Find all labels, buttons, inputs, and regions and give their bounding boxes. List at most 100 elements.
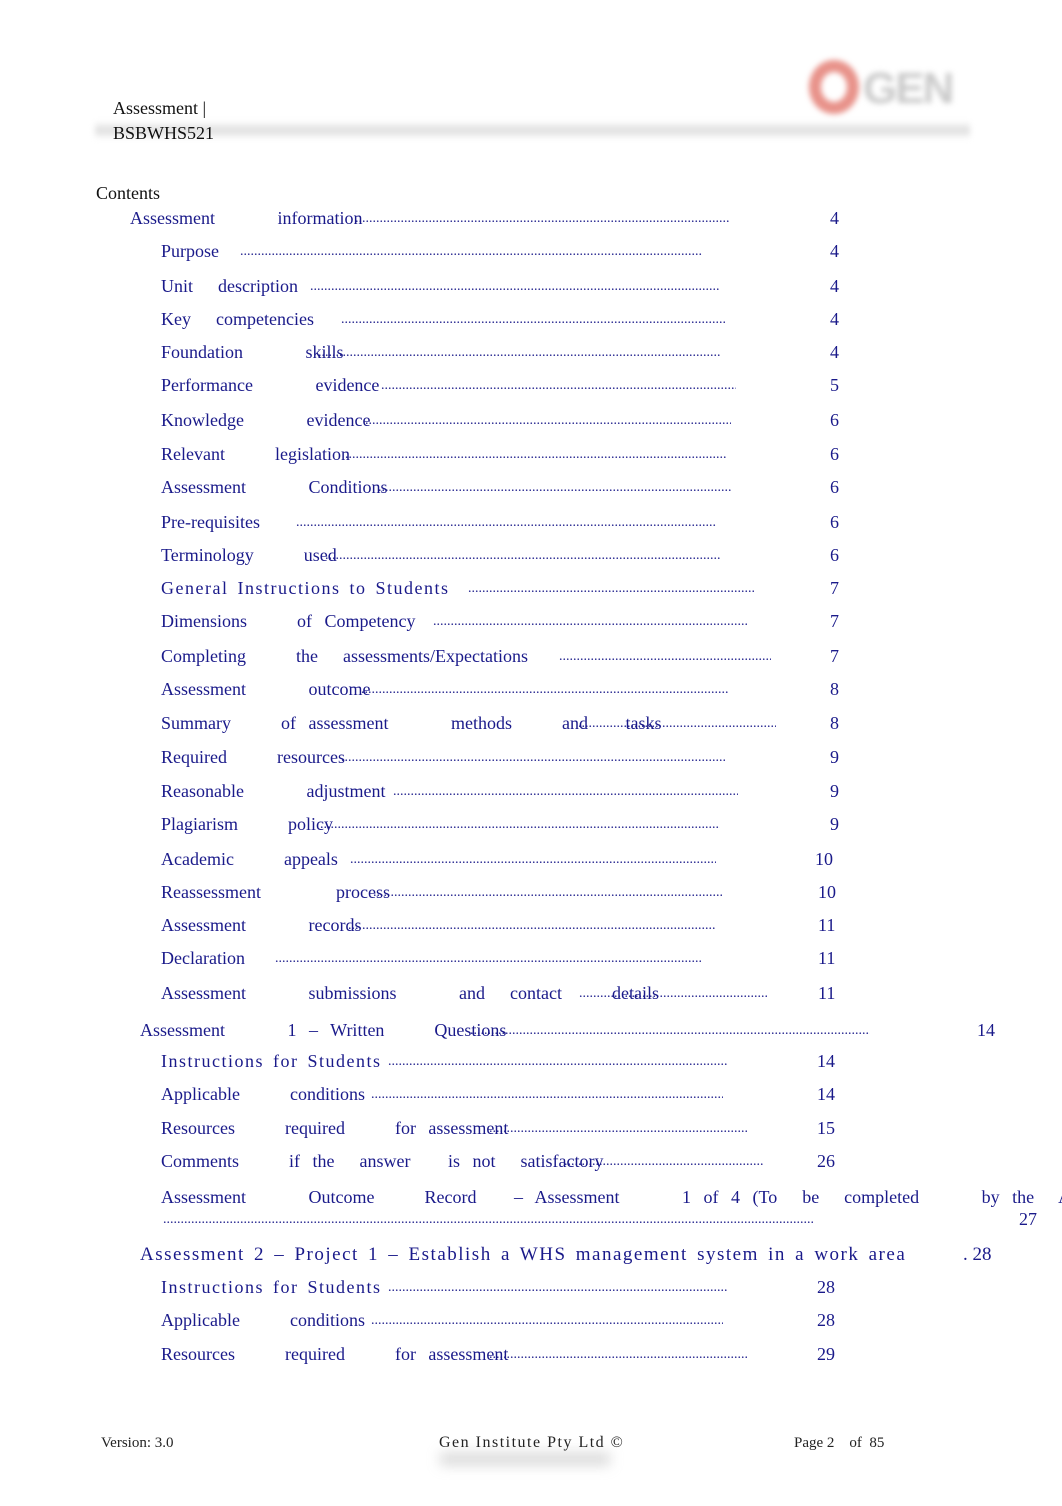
toc-entry[interactable]: Summary of assessment methods and tasks.…	[161, 711, 860, 741]
toc-entry-label[interactable]: Pre-requisites	[161, 510, 260, 534]
toc-entry[interactable]: Assessment Conditions...................…	[161, 475, 860, 505]
toc-entry-label[interactable]: Unit description	[161, 274, 298, 298]
toc-entry[interactable]: Pre-requisites..........................…	[161, 510, 860, 540]
toc-page-number[interactable]: 5	[830, 373, 839, 397]
toc-page-number[interactable]: 6	[830, 543, 839, 567]
toc-entry-label[interactable]: Assessment records	[161, 913, 361, 937]
toc-entry-label[interactable]: Assessment outcome	[161, 677, 370, 701]
toc-page-number[interactable]: 6	[830, 475, 839, 499]
toc-page-number[interactable]: 8	[830, 711, 839, 735]
toc-entry[interactable]: General Instructions to Students........…	[161, 576, 860, 606]
toc-entry[interactable]: Assessment outcome......................…	[161, 677, 860, 707]
toc-page-number[interactable]: 7	[830, 576, 839, 600]
toc-entry-label[interactable]: Reasonable adjustment	[161, 779, 385, 803]
toc-entry-label[interactable]: Required resources	[161, 745, 345, 769]
toc-section-entry[interactable]: Assessment 1 – Written Questions........…	[140, 1018, 1007, 1048]
toc-page-number[interactable]: 7	[830, 609, 839, 633]
toc-page-number[interactable]: 14	[977, 1018, 995, 1042]
toc-page-number[interactable]: 28	[817, 1308, 835, 1332]
toc-entry[interactable]: Foundation skills.......................…	[161, 340, 860, 370]
toc-entry-label[interactable]: Completing the assessments/Expectations	[161, 644, 528, 668]
toc-entry-label[interactable]: Assessment 2 – Project 1 – Establish a W…	[140, 1243, 906, 1267]
toc-entry[interactable]: Declaration.............................…	[161, 946, 848, 976]
toc-entry-label[interactable]: Assessment information	[130, 206, 362, 230]
toc-entry[interactable]: Assessment records......................…	[161, 913, 848, 943]
toc-entry[interactable]: Relevant legislation....................…	[161, 442, 860, 472]
toc-entry-label[interactable]: Key competencies	[161, 307, 314, 331]
toc-entry-label[interactable]: Assessment Conditions	[161, 475, 388, 499]
toc-entry[interactable]: Plagiarism policy.......................…	[161, 812, 860, 842]
toc-page-number[interactable]: 14	[817, 1049, 835, 1073]
toc-entry-label[interactable]: Assessment 1 – Written Questions	[140, 1018, 506, 1042]
toc-page-number[interactable]: 7	[830, 644, 839, 668]
toc-entry-label[interactable]: Purpose	[161, 239, 219, 263]
toc-page-number[interactable]: 27	[1019, 1207, 1037, 1231]
toc-page-number[interactable]: 4	[830, 307, 839, 331]
toc-page-number[interactable]: 6	[830, 442, 839, 466]
toc-entry-label[interactable]: Academic appeals	[161, 847, 338, 871]
toc-page-number[interactable]: 10	[815, 847, 833, 871]
toc-entry[interactable]: Completing the assessments/Expectations.…	[161, 644, 860, 674]
toc-entry-label[interactable]: Resources required for assessment	[161, 1116, 508, 1140]
toc-section-entry[interactable]: Assessment information..................…	[130, 206, 860, 236]
toc-entry-label[interactable]: Dimensions of Competency	[161, 609, 415, 633]
toc-entry[interactable]: Applicable conditions...................…	[161, 1308, 847, 1338]
toc-entry[interactable]: Comments if the answer is not satisfacto…	[161, 1149, 847, 1179]
toc-entry[interactable]: Reasonable adjustment...................…	[161, 779, 860, 809]
toc-entry-label[interactable]: Foundation skills	[161, 340, 344, 364]
toc-page-number[interactable]: 4	[830, 274, 839, 298]
toc-section-entry[interactable]: Assessment 2 – Project 1 – Establish a W…	[140, 1243, 993, 1273]
toc-entry[interactable]: Key competencies........................…	[161, 307, 860, 337]
toc-entry-label[interactable]: Assessment Outcome Record – Assessment 1…	[161, 1185, 1062, 1209]
toc-entry[interactable]: Dimensions of Competency................…	[161, 609, 860, 639]
toc-page-number[interactable]: 9	[830, 779, 839, 803]
toc-entry-label[interactable]: Resources required for assessment	[161, 1342, 508, 1366]
toc-entry-label[interactable]: Applicable conditions	[161, 1308, 365, 1332]
toc-entry[interactable]: Instructions for Students...............…	[161, 1049, 847, 1079]
toc-page-number[interactable]: 26	[817, 1149, 835, 1173]
toc-page-number[interactable]: 4	[830, 340, 839, 364]
toc-entry-label[interactable]: Knowledge evidence	[161, 408, 370, 432]
toc-entry-label[interactable]: Instructions for Students	[161, 1275, 382, 1299]
toc-entry[interactable]: Academic appeals........................…	[161, 847, 845, 877]
toc-entry[interactable]: Terminology used........................…	[161, 543, 860, 573]
toc-entry-label[interactable]: Terminology used	[161, 543, 337, 567]
toc-entry-label[interactable]: Relevant legislation	[161, 442, 350, 466]
toc-page-number[interactable]: 28	[817, 1275, 835, 1299]
toc-page-number[interactable]: 8	[830, 677, 839, 701]
toc-entry[interactable]: Instructions for Students...............…	[161, 1275, 847, 1305]
toc-page-number[interactable]: 9	[830, 812, 839, 836]
toc-entry-label[interactable]: General Instructions to Students	[161, 576, 449, 600]
toc-page-number[interactable]: 11	[818, 913, 835, 937]
toc-page-number[interactable]: 4	[830, 239, 839, 263]
toc-entry-label[interactable]: Instructions for Students	[161, 1049, 382, 1073]
toc-entry[interactable]: Unit description........................…	[161, 274, 860, 304]
toc-page-number[interactable]: 29	[817, 1342, 835, 1366]
toc-entry-label[interactable]: Declaration	[161, 946, 245, 970]
toc-page-number[interactable]: 14	[817, 1082, 835, 1106]
toc-page-number[interactable]: 6	[830, 510, 839, 534]
toc-entry[interactable]: Resources required for assessment.......…	[161, 1116, 847, 1146]
toc-page-number[interactable]: 9	[830, 745, 839, 769]
toc-entry-label[interactable]: Performance evidence	[161, 373, 379, 397]
toc-page-number[interactable]: 15	[817, 1116, 835, 1140]
toc-page-number[interactable]: 11	[818, 946, 835, 970]
toc-page-number[interactable]: 11	[818, 981, 835, 1005]
toc-entry-label[interactable]: Applicable conditions	[161, 1082, 365, 1106]
toc-entry[interactable]: Performance evidence....................…	[161, 373, 860, 403]
toc-page-number[interactable]: . 28	[963, 1243, 992, 1267]
toc-entry[interactable]: Assessment submissions and contact detai…	[161, 981, 848, 1011]
toc-entry-label[interactable]: Comments if the answer is not satisfacto…	[161, 1149, 603, 1173]
toc-page-number[interactable]: 6	[830, 408, 839, 432]
toc-entry-label[interactable]: Plagiarism policy	[161, 812, 333, 836]
toc-entry[interactable]: Applicable conditions...................…	[161, 1082, 847, 1112]
toc-entry[interactable]: Assessment Outcome Record – Assessment 1…	[161, 1185, 1062, 1237]
toc-page-number[interactable]: 4	[830, 206, 839, 230]
toc-entry[interactable]: Required resources......................…	[161, 745, 860, 775]
toc-page-number[interactable]: 10	[818, 880, 836, 904]
toc-entry[interactable]: Knowledge evidence......................…	[161, 408, 860, 438]
toc-entry[interactable]: Purpose.................................…	[161, 239, 860, 269]
toc-entry[interactable]: Reassessment process....................…	[161, 880, 848, 910]
toc-entry[interactable]: Resources required for assessment.......…	[161, 1342, 847, 1372]
toc-entry-label[interactable]: Reassessment process	[161, 880, 390, 904]
